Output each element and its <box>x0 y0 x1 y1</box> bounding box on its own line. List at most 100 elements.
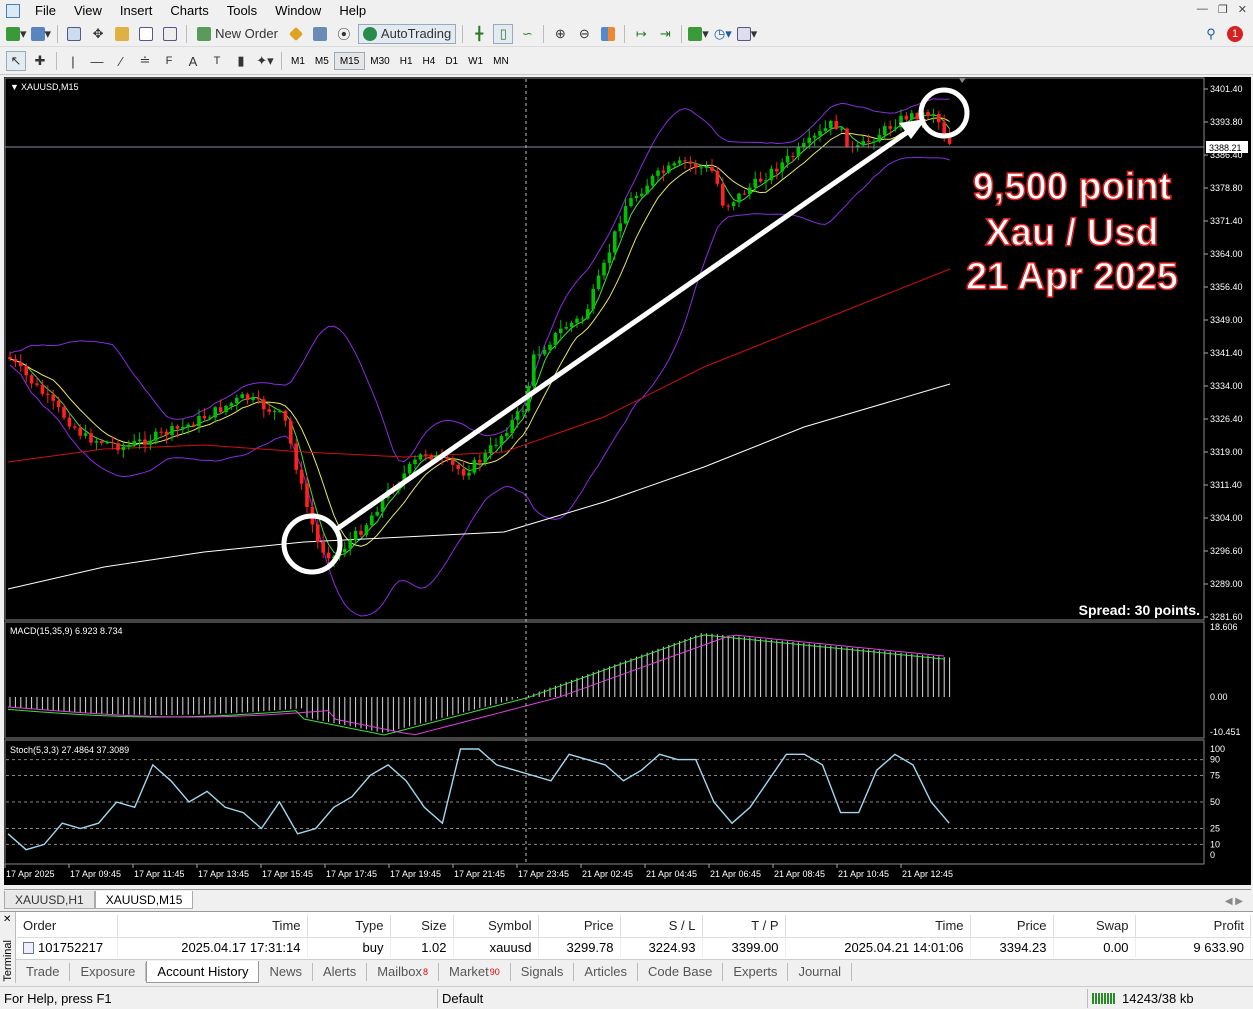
timeframe-m15[interactable]: M15 <box>333 52 366 70</box>
line-chart-icon[interactable]: ∽ <box>517 24 537 44</box>
vertical-line-icon[interactable]: | <box>63 51 83 71</box>
terminal-tab-signals[interactable]: Signals <box>511 962 575 981</box>
timeframe-m5[interactable]: M5 <box>310 52 334 70</box>
terminal-tab-journal[interactable]: Journal <box>788 962 853 981</box>
notifications-icon[interactable]: 1 <box>1225 24 1245 44</box>
timeframe-w1[interactable]: W1 <box>463 52 488 70</box>
chart-tab-h1[interactable]: XAUUSD,H1 <box>4 891 95 909</box>
signals-icon[interactable]: ⦿ <box>334 24 354 44</box>
minimize-icon[interactable]: — <box>1197 3 1208 16</box>
chart-tab-m15[interactable]: XAUUSD,M15 <box>94 891 194 909</box>
bull-candle <box>640 193 644 196</box>
navigator-icon[interactable] <box>112 24 132 44</box>
col-symbol[interactable]: Symbol <box>453 915 539 938</box>
col-type[interactable]: Type <box>307 915 391 938</box>
col-open-price[interactable]: Price <box>538 915 621 938</box>
timeframe-mn[interactable]: MN <box>488 52 514 70</box>
metaeditor-icon[interactable] <box>286 24 306 44</box>
bar-chart-icon[interactable]: ╋ <box>469 24 489 44</box>
col-swap[interactable]: Swap <box>1053 915 1136 938</box>
equidistant-channel-icon[interactable]: ≐ <box>135 51 155 71</box>
timeframe-m1[interactable]: M1 <box>286 52 310 70</box>
restore-icon[interactable]: ❐ <box>1218 3 1228 16</box>
bull-candle <box>83 433 88 436</box>
timeframe-d1[interactable]: D1 <box>440 52 463 70</box>
bull-candle <box>607 252 612 263</box>
macd-tick-label: -10.451 <box>1210 727 1241 737</box>
col-profit[interactable]: Profit <box>1135 915 1251 938</box>
zoom-out-icon[interactable]: ⊖ <box>574 24 594 44</box>
search-icon[interactable]: ⚲ <box>1201 24 1221 44</box>
terminal-tab-mailbox[interactable]: Mailbox 8 <box>367 962 440 981</box>
menu-charts[interactable]: Charts <box>161 3 217 18</box>
new-order-button[interactable]: New Order <box>193 24 282 44</box>
shapes-icon[interactable]: ✦▾ <box>255 51 275 71</box>
menu-window[interactable]: Window <box>266 3 330 18</box>
fibonacci-icon[interactable]: F <box>159 51 179 71</box>
terminal-tab-account-history[interactable]: Account History <box>146 960 260 983</box>
col-close-time[interactable]: Time <box>785 915 971 938</box>
price-tick-label: 3401.40 <box>1210 84 1243 94</box>
menu-view[interactable]: View <box>65 3 111 18</box>
tile-windows-icon[interactable] <box>598 24 618 44</box>
menu-help[interactable]: Help <box>330 3 375 18</box>
close-terminal-icon[interactable]: ✕ <box>3 914 11 925</box>
timeframe-m30[interactable]: M30 <box>365 52 394 70</box>
cursor-icon[interactable]: ↖ <box>6 51 26 71</box>
tab-scroll-arrows-icon[interactable]: ◀ ▶ <box>1217 896 1251 909</box>
crosshair-icon[interactable]: ✚ <box>30 51 50 71</box>
menu-insert[interactable]: Insert <box>111 3 162 18</box>
candlestick-icon[interactable]: ▯ <box>493 23 514 44</box>
terminal-tab-articles[interactable]: Articles <box>574 962 639 981</box>
terminal-tab-news[interactable]: News <box>259 962 313 981</box>
auto-scroll-icon[interactable]: ↦ <box>631 24 651 44</box>
bull-candle <box>418 454 423 460</box>
chart-canvas[interactable]: 3401.403393.803386.403378.803371.403364.… <box>4 77 1251 885</box>
status-bar: For Help, press F1 Default 14243/38 kb <box>0 986 1253 1009</box>
text-icon[interactable]: A <box>183 51 203 71</box>
bear-candle <box>888 126 892 129</box>
timeframe-h1[interactable]: H1 <box>395 52 418 70</box>
arrows-icon[interactable]: ▮ <box>231 51 251 71</box>
zoom-in-icon[interactable]: ⊕ <box>550 24 570 44</box>
vps-icon[interactable] <box>310 24 330 44</box>
col-open-time[interactable]: Time <box>117 915 308 938</box>
terminal-tab-exposure[interactable]: Exposure <box>70 962 147 981</box>
price-tick-label: 3393.80 <box>1210 117 1243 127</box>
col-close-price[interactable]: Price <box>970 915 1054 938</box>
col-order[interactable]: Order <box>17 915 118 938</box>
chart-shift-icon[interactable]: ⇥ <box>655 24 675 44</box>
terminal-tab-trade[interactable]: Trade <box>16 962 71 981</box>
autotrading-button[interactable]: AutoTrading <box>357 23 457 44</box>
terminal-icon[interactable] <box>136 24 156 44</box>
menu-tools[interactable]: Tools <box>218 3 266 18</box>
terminal-tab-alerts[interactable]: Alerts <box>313 962 368 981</box>
close-icon[interactable]: ✕ <box>1238 3 1247 16</box>
chart-window[interactable]: 3401.40 3393.80 3386.40 3378.80 3371.40 3364.… <box>4 77 1251 885</box>
market-watch-icon[interactable] <box>64 24 84 44</box>
bear-candle <box>175 426 180 429</box>
new-chart-icon[interactable]: ▾ <box>6 24 27 44</box>
profit-annotation: 9,500 point Xau / Usd 21 Apr 2025 <box>965 165 1179 299</box>
bull-candle <box>94 441 99 443</box>
periods-icon[interactable]: ◷▾ <box>713 24 733 44</box>
timeframe-h4[interactable]: H4 <box>418 52 441 70</box>
profiles-icon[interactable]: ▾ <box>30 24 51 44</box>
text-label-icon[interactable]: T <box>207 51 227 71</box>
trendline-icon[interactable]: ∕ <box>111 51 131 71</box>
table-row[interactable]: 101752217 2025.04.17 17:31:14 buy 1.02 x… <box>17 937 1251 957</box>
menu-file[interactable]: File <box>26 3 65 18</box>
templates-icon[interactable]: ▾ <box>736 24 757 44</box>
indicators-icon[interactable]: ▾ <box>688 24 709 44</box>
strategy-tester-icon[interactable] <box>160 24 180 44</box>
col-take-profit[interactable]: T / P <box>702 915 786 938</box>
col-size[interactable]: Size <box>390 915 454 938</box>
terminal-tab-experts[interactable]: Experts <box>723 962 789 981</box>
terminal-tab-code-base[interactable]: Code Base <box>638 962 724 981</box>
col-stop-loss[interactable]: S / L <box>620 915 703 938</box>
terminal-tab-market[interactable]: Market 90 <box>439 962 511 981</box>
chart-menu-arrow-icon[interactable]: ▼ <box>10 82 19 92</box>
data-window-icon[interactable]: ✥ <box>88 24 108 44</box>
bull-candle <box>591 289 595 310</box>
horizontal-line-icon[interactable]: — <box>87 51 107 71</box>
